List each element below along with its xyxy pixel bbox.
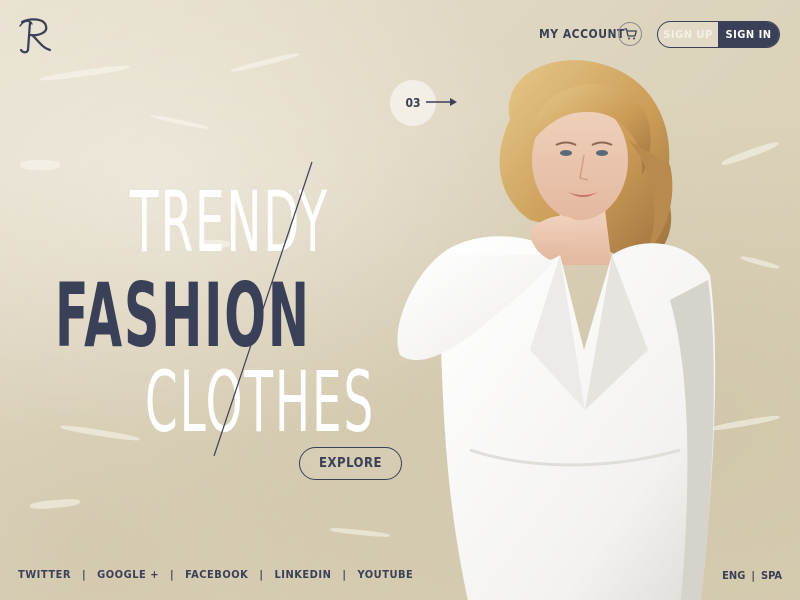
- language-spa[interactable]: SPA: [761, 569, 782, 582]
- social-link-twitter[interactable]: TWITTER: [18, 568, 71, 581]
- sign-in-button[interactable]: SIGN IN: [718, 22, 779, 47]
- headline-line-3: CLOTHES: [145, 353, 376, 451]
- brand-logo[interactable]: [16, 16, 54, 56]
- language-eng[interactable]: ENG: [722, 569, 745, 582]
- social-link-youtube[interactable]: YOUTUBE: [357, 568, 413, 581]
- social-link-google-plus[interactable]: GOOGLE +: [97, 568, 159, 581]
- separator: |: [342, 568, 347, 581]
- cart-button[interactable]: [618, 22, 642, 46]
- cart-icon: [624, 28, 637, 40]
- separator: |: [751, 569, 755, 582]
- separator: |: [82, 568, 87, 581]
- language-switcher: ENG | SPA: [722, 569, 782, 582]
- social-link-linkedin[interactable]: LINKEDIN: [274, 568, 331, 581]
- model-photo: [397, 60, 716, 600]
- my-account-link[interactable]: MY ACCOUNT: [539, 27, 625, 41]
- headline-line-2: FASHION: [55, 264, 311, 367]
- headline-line-1: TRENDY: [130, 173, 329, 271]
- separator: |: [259, 568, 264, 581]
- explore-button[interactable]: EXPLORE: [299, 447, 402, 480]
- sign-up-button[interactable]: SIGN UP: [658, 22, 718, 47]
- social-link-facebook[interactable]: FACEBOOK: [185, 568, 248, 581]
- auth-toggle: SIGN UP SIGN IN: [657, 21, 780, 48]
- social-links: TWITTER | GOOGLE + | FACEBOOK | LINKEDIN…: [18, 568, 413, 581]
- separator: |: [170, 568, 175, 581]
- landing-page: MY ACCOUNT SIGN UP SIGN IN 03 TRENDY FAS…: [0, 0, 800, 600]
